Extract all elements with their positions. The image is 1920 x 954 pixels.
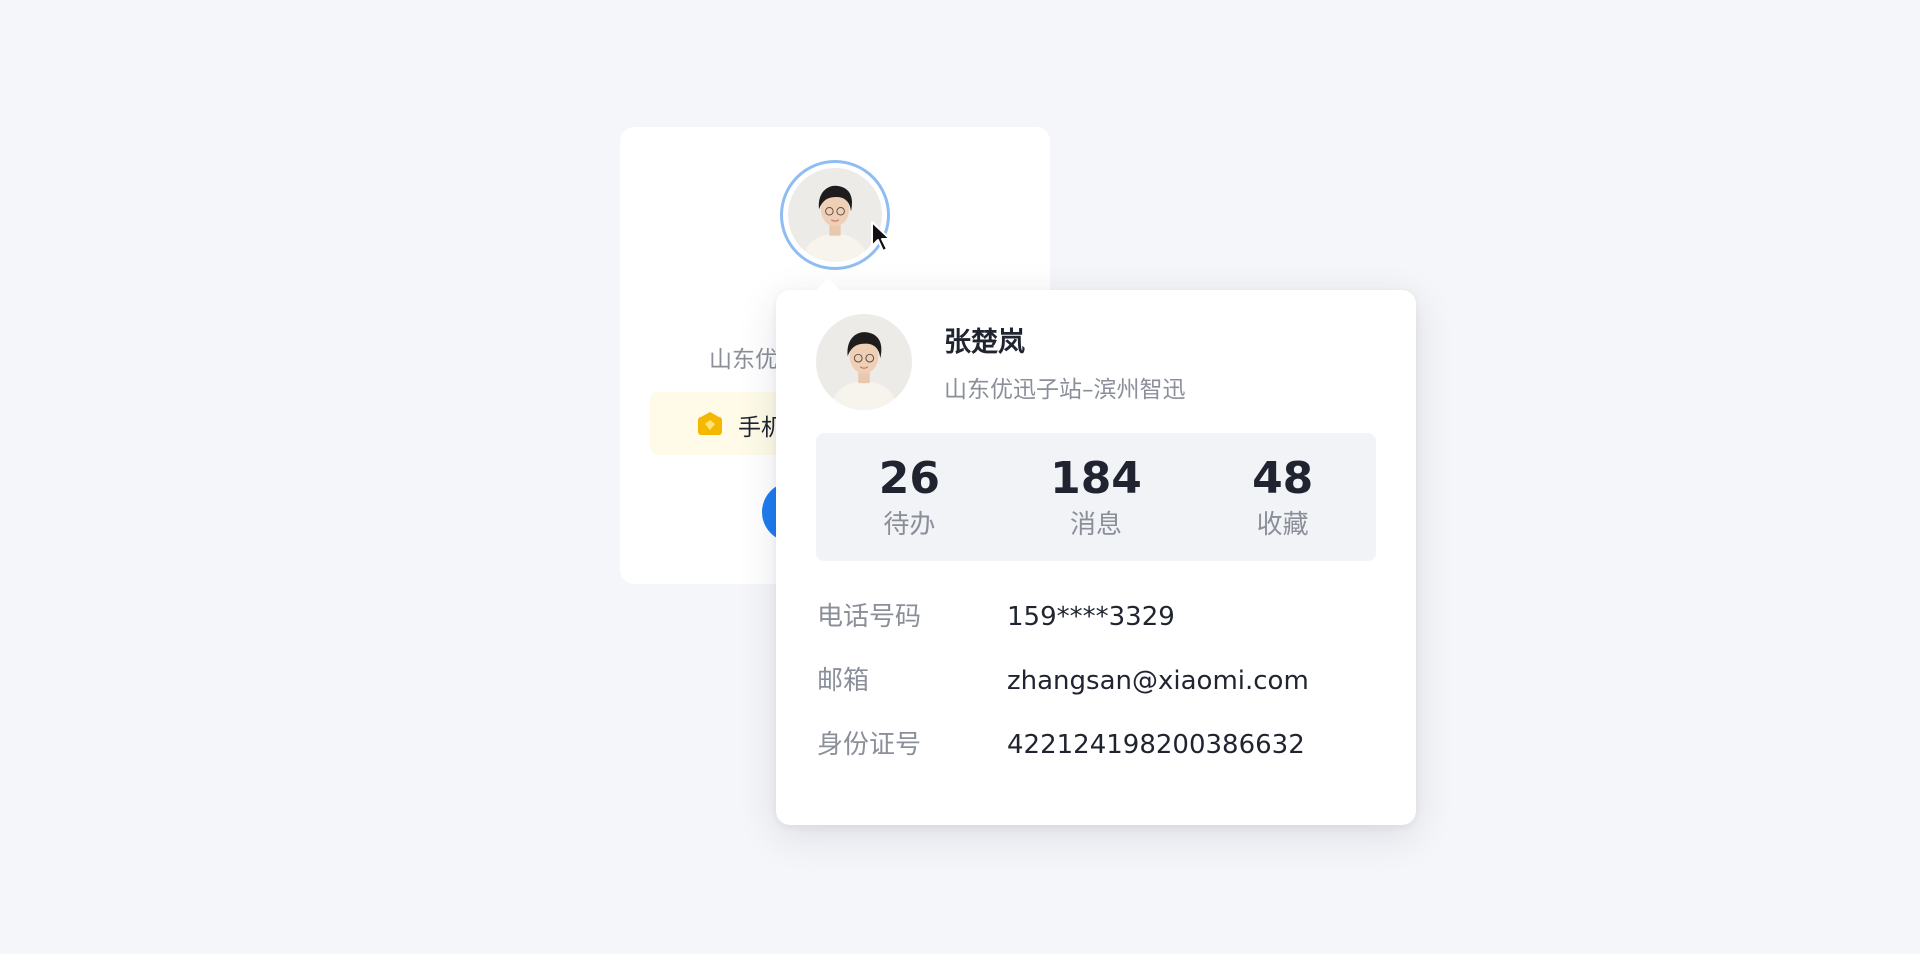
stat-label: 消息 bbox=[1070, 510, 1123, 540]
stat-favorites[interactable]: 48 收藏 bbox=[1189, 433, 1376, 561]
stat-label: 收藏 bbox=[1256, 510, 1309, 540]
popover-avatar bbox=[816, 314, 912, 410]
stat-value: 26 bbox=[878, 453, 940, 504]
user-info-popover: 张楚岚 山东优迅子站–滨州智迅 26 待办 184 消息 48 收藏 电话号码 … bbox=[776, 290, 1416, 825]
mouse-pointer-icon bbox=[871, 221, 891, 252]
stat-value: 48 bbox=[1252, 453, 1314, 504]
phone-banner-text: 手机 bbox=[738, 415, 778, 441]
stats-panel: 26 待办 184 消息 48 收藏 bbox=[816, 433, 1376, 561]
info-row-id-number: 身份证号 422124198200386632 bbox=[817, 725, 1377, 765]
user-org: 山东优迅子站–滨州智迅 bbox=[944, 377, 1186, 403]
stat-label: 待办 bbox=[883, 510, 936, 540]
user-name: 张楚岚 bbox=[944, 327, 1025, 358]
stat-todo[interactable]: 26 待办 bbox=[816, 433, 1003, 561]
popover-arrow bbox=[816, 278, 840, 290]
stat-messages[interactable]: 184 消息 bbox=[1003, 433, 1190, 561]
info-value: 159****3329 bbox=[1007, 602, 1175, 632]
info-row-phone: 电话号码 159****3329 bbox=[817, 597, 1377, 637]
stat-value: 184 bbox=[1050, 453, 1142, 504]
info-label: 电话号码 bbox=[817, 602, 922, 632]
vip-crown-icon bbox=[698, 412, 722, 435]
info-value: zhangsan@xiaomi.com bbox=[1007, 666, 1309, 696]
info-label: 身份证号 bbox=[817, 730, 922, 760]
info-row-email: 邮箱 zhangsan@xiaomi.com bbox=[817, 661, 1377, 701]
info-label: 邮箱 bbox=[817, 666, 870, 696]
avatar-image bbox=[788, 168, 882, 262]
info-value: 422124198200386632 bbox=[1007, 730, 1305, 760]
